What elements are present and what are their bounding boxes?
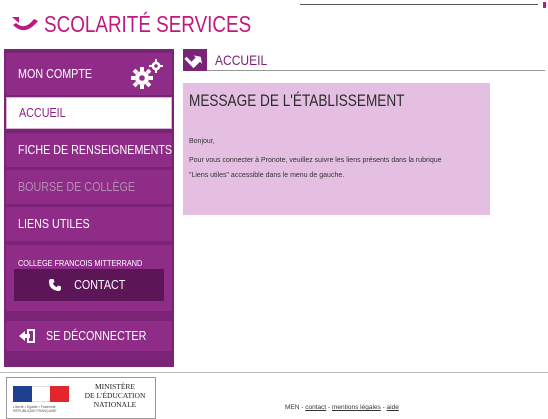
- footer-divider: [0, 372, 548, 373]
- ministry-line: DE L'ÉDUCATION: [84, 391, 146, 400]
- logout-button[interactable]: SE DÉCONNECTER: [6, 321, 172, 351]
- gears-icon: [131, 59, 163, 89]
- header-divider: [300, 4, 538, 5]
- sidebar-item-label: LIENS UTILES: [18, 217, 90, 231]
- school-name: COLLEGE FRANCOIS MITTERRAND: [18, 258, 143, 268]
- brand-name: Scolarité Services: [44, 10, 252, 37]
- sidebar-item-label: FICHE DE RENSEIGNEMENTS: [18, 143, 173, 157]
- footer-link-mentions-legales[interactable]: mentions légales: [332, 404, 381, 411]
- school-panel: COLLEGE FRANCOIS MITTERRAND CONTACT: [6, 245, 172, 311]
- sidebar: MON COMPTE ACCUEIL FICHE DE RENSEIGNEMEN…: [4, 49, 174, 367]
- section-header: ACCUEIL: [183, 49, 545, 71]
- section-marker: [183, 49, 207, 71]
- message-greeting: Bonjour,: [189, 138, 215, 145]
- message-line: "Liens utiles" accessible dans le menu d…: [189, 172, 345, 179]
- phone-icon: [49, 279, 62, 291]
- sidebar-item-label: BOURSE DE COLLÈGE: [18, 180, 136, 194]
- footer-link-contact[interactable]: contact: [305, 404, 326, 411]
- footer-prefix: MEN -: [285, 404, 306, 411]
- footer-link-aide[interactable]: aide: [387, 404, 399, 411]
- ministry-line: MINISTÈRE: [95, 382, 135, 391]
- logout-label: SE DÉCONNECTER: [46, 329, 147, 343]
- sidebar-item-fiche-de-renseignements[interactable]: FICHE DE RENSEIGNEMENTS: [6, 133, 172, 167]
- republic-name: RÉPUBLIQUE FRANÇAISE: [13, 409, 57, 413]
- contact-button[interactable]: CONTACT: [14, 269, 164, 301]
- logo-swoosh-icon: [12, 17, 38, 31]
- marianne-flag-icon: [13, 386, 70, 402]
- sidebar-item-liens-utiles[interactable]: LIENS UTILES: [6, 207, 172, 241]
- message-line: Pour vous connecter à Pronote, veuillez …: [189, 157, 442, 164]
- scolarite-services-logo[interactable]: Scolarité Services: [10, 8, 297, 40]
- sidebar-item-bourse-de-college: BOURSE DE COLLÈGE: [6, 170, 172, 204]
- contact-label: CONTACT: [74, 278, 126, 292]
- header-marker: [543, 2, 546, 8]
- republic-caption: Liberté • Égalité • Fraternité RÉPUBLIQU…: [13, 405, 71, 413]
- ministry-line: NATIONALE: [93, 400, 137, 409]
- message-title: MESSAGE DE L'ÉTABLISSEMENT: [189, 91, 405, 110]
- section-title: ACCUEIL: [215, 52, 268, 68]
- sidebar-item-mon-compte[interactable]: MON COMPTE: [6, 53, 172, 95]
- footer-links: MEN - contact - mentions légales - aide: [285, 404, 399, 411]
- establishment-message: MESSAGE DE L'ÉTABLISSEMENT Bonjour, Pour…: [183, 83, 490, 215]
- ministry-name: MINISTÈRE DE L'ÉDUCATION NATIONALE: [75, 382, 155, 409]
- ministry-logo: Liberté • Égalité • Fraternité RÉPUBLIQU…: [6, 377, 156, 419]
- sidebar-item-label: ACCUEIL: [19, 106, 66, 120]
- sidebar-item-accueil[interactable]: ACCUEIL: [6, 97, 172, 129]
- arrow-down-right-icon: [184, 55, 203, 69]
- logout-icon: [19, 329, 35, 343]
- sidebar-item-label: MON COMPTE: [18, 67, 93, 81]
